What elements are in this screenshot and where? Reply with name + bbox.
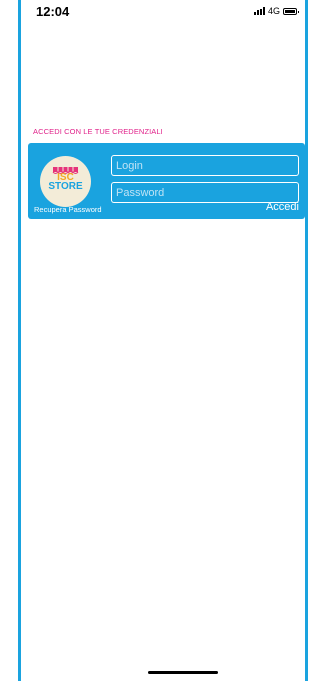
login-card: ISC STORE Recupera Password Accedi [28,143,305,219]
logo-text-store: STORE [48,181,83,192]
store-logo: ISC STORE [40,156,91,207]
recover-password-link[interactable]: Recupera Password [34,205,102,214]
login-input[interactable] [111,155,299,176]
network-label: 4G [267,6,280,16]
status-bar: 12:04 4G [21,0,305,22]
password-input[interactable] [111,182,299,203]
home-indicator [148,671,218,674]
status-time: 12:04 [36,4,70,19]
signal-bars-icon [253,7,265,15]
battery-icon [283,7,299,15]
status-indicators: 4G [253,6,299,16]
app-frame: 12:04 4G ACCEDI CON LE TUE CREDENZIALI I… [18,0,308,681]
login-section-title: ACCEDI CON LE TUE CREDENZIALI [33,127,163,136]
login-button[interactable]: Accedi [266,201,299,213]
